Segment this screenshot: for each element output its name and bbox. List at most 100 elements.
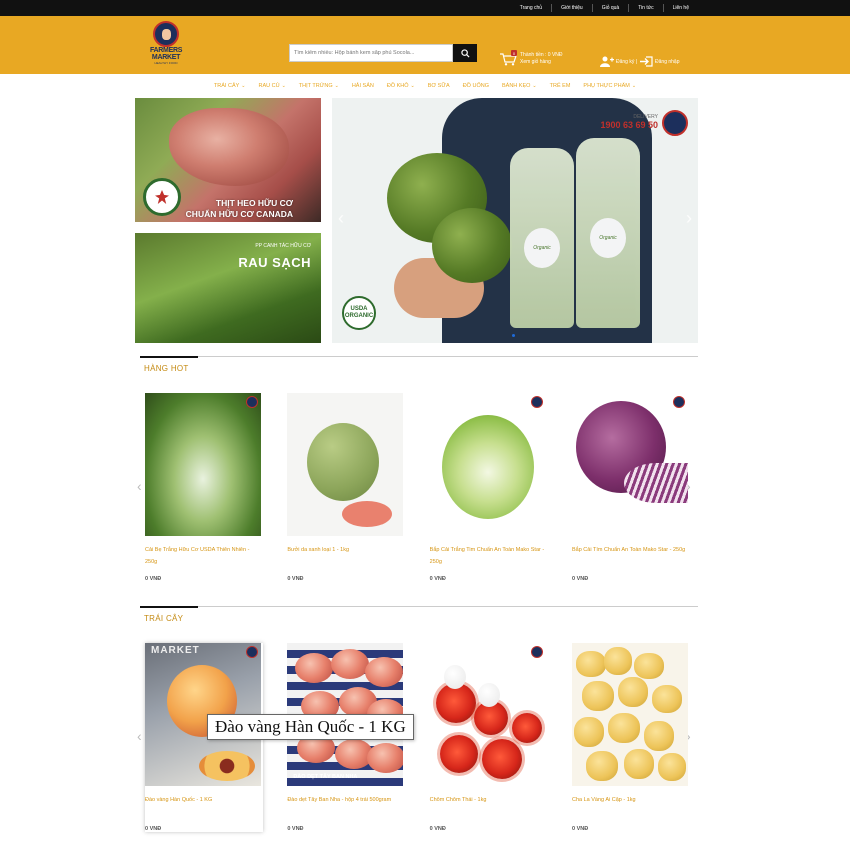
white-cabbage-image[interactable] xyxy=(429,393,546,536)
organic-text: ORGANIC xyxy=(344,313,374,319)
product-name[interactable]: Cha La Vàng Ai Cập - 1kg xyxy=(572,794,690,820)
topbar-link-home[interactable]: Trang chủ xyxy=(511,4,551,12)
product-name[interactable]: Cải Bẹ Trắng Hữu Cơ USDA Thiên Nhiên - 2… xyxy=(145,544,263,570)
delivery-phone: 1900 63 69 50 xyxy=(600,120,658,130)
nav-item-label: THỊT TRỨNG xyxy=(298,82,333,89)
cart-icon: 0 xyxy=(499,50,517,66)
product-card[interactable]: Chôm Chôm Thái - 1kg 0 VNĐ xyxy=(429,643,548,832)
slider-prev-arrow-icon[interactable]: ‹ xyxy=(338,208,344,229)
chevron-down-icon: ⌄ xyxy=(410,82,415,89)
farmer-logo-icon xyxy=(246,396,258,408)
nav-item-label: BƠ SỮA xyxy=(427,82,450,89)
nav-item-9[interactable]: PHỤ THỰC PHẨM ⌄ xyxy=(577,83,642,89)
promo-clean-vegetables[interactable]: PP CANH TÁC HỮU CƠ RAU SẠCH xyxy=(135,233,321,343)
mini-cart[interactable]: 0 Thành tiền : 0 VNĐ Xem giỏ hàng xyxy=(499,50,563,66)
topbar-link-giftbox[interactable]: Giỏ quà xyxy=(591,4,629,12)
nav-item-7[interactable]: BÁNH KẸO ⌄ xyxy=(496,83,543,89)
product-name[interactable]: Đào vàng Hàn Quốc - 1 KG xyxy=(145,794,263,820)
promo1-caption: THỊT HEO HỮU CƠ CHUẨN HỮU CƠ CANADA xyxy=(186,198,293,220)
add-user-icon xyxy=(600,56,614,67)
farmer-logo-icon xyxy=(662,110,688,136)
usda-text: USDA xyxy=(350,306,368,312)
image-watermark-text: MARKET xyxy=(151,645,200,656)
product-card[interactable]: Bắp Cải Tím Chuẩn An Toàn Mako Star - 25… xyxy=(571,393,690,582)
farmer-logo-icon xyxy=(672,396,685,408)
product-grid-hot: Cải Bẹ Trắng Hữu Cơ USDA Thiên Nhiên - 2… xyxy=(145,393,690,582)
slider-next-arrow-icon[interactable]: › xyxy=(686,208,692,229)
nav-item-6[interactable]: ĐỒ UỐNG xyxy=(457,83,495,89)
logo-text-2: MARKET xyxy=(151,54,181,61)
slider-dot[interactable] xyxy=(512,334,515,337)
login-link[interactable]: Đăng nhập xyxy=(655,59,679,65)
promo-organic-pork[interactable]: THỊT HEO HỮU CƠ CHUẨN HỮU CƠ CANADA xyxy=(135,98,321,222)
section-fruit-title[interactable]: TRÁI CÂY xyxy=(140,606,198,623)
view-cart-link[interactable]: Xem giỏ hàng xyxy=(520,59,563,66)
bok-choy-image[interactable] xyxy=(145,393,261,536)
section-hot-header: HÀNG HOT xyxy=(140,356,698,373)
product-name[interactable]: Đào dẹt Tây Ban Nha - hộp 4 trái 500gram xyxy=(287,794,405,820)
search-bar xyxy=(289,44,477,62)
search-input[interactable] xyxy=(289,44,453,62)
hero-slider[interactable]: Organic Organic DELIVERY 1900 63 69 50 U… xyxy=(332,98,698,343)
red-cabbage-image[interactable] xyxy=(571,393,688,536)
nav-item-label: HẢI SẢN xyxy=(351,82,374,89)
image-caption-text: ĐÀO DẸT TÂY BAN NHA xyxy=(293,774,358,780)
nav-item-5[interactable]: BƠ SỮA xyxy=(422,83,456,89)
cart-count-badge: 0 xyxy=(511,50,517,56)
product-card[interactable]: Bắp Cải Trắng Tim Chuẩn An Toàn Mako Sta… xyxy=(429,393,548,582)
nav-item-label: ĐỒ KHÔ xyxy=(386,82,409,89)
product-card[interactable]: Cải Bẹ Trắng Hữu Cơ USDA Thiên Nhiên - 2… xyxy=(145,393,263,582)
main-nav: TRÁI CÂY ⌄ RAU CỦ ⌄ THỊT TRỨNG ⌄ HẢI SẢN ĐỒ KHÔ… xyxy=(0,74,850,97)
chevron-down-icon: ⌄ xyxy=(241,82,246,89)
farmer-logo-icon xyxy=(246,646,258,658)
slider-dots xyxy=(512,334,515,337)
nav-item-0[interactable]: TRÁI CÂY ⌄ xyxy=(208,83,252,89)
site-logo[interactable]: FARMERS MARKET HEALTHY FOOD xyxy=(148,21,184,71)
nav-item-4[interactable]: ĐỒ KHÔ ⌄ xyxy=(381,83,421,89)
logo-text-1: FARMERS xyxy=(149,47,183,54)
topbar-link-contact[interactable]: Liên hệ xyxy=(662,4,698,12)
topbar-link-about[interactable]: Giới thiệu xyxy=(551,4,592,12)
search-button[interactable] xyxy=(453,44,477,62)
topbar-link-news[interactable]: Tin tức xyxy=(628,4,662,12)
product-card[interactable]: Bưởi da xanh loại 1 - 1kg 0 VNĐ xyxy=(287,393,405,582)
nav-item-8[interactable]: TRẺ EM xyxy=(544,83,577,89)
promo2-subtitle: PP CANH TÁC HỮU CƠ xyxy=(255,243,311,249)
carousel-prev-icon[interactable]: ‹ xyxy=(137,728,142,744)
nav-item-2[interactable]: THỊT TRỨNG ⌄ xyxy=(293,83,345,89)
product-price: 0 VNĐ xyxy=(429,576,446,582)
organic-pack-2: Organic xyxy=(576,138,640,328)
organic-pack-1: Organic xyxy=(510,148,574,328)
product-price: 0 VNĐ xyxy=(287,826,304,832)
product-price: 0 VNĐ xyxy=(571,826,589,832)
product-card[interactable]: Cha La Vàng Ai Cập - 1kg 0 VNĐ xyxy=(571,643,690,832)
nav-item-3[interactable]: HẢI SẢN xyxy=(346,83,380,89)
product-name[interactable]: Chôm Chôm Thái - 1kg xyxy=(430,794,548,820)
egg-fruit-image[interactable] xyxy=(571,643,688,786)
pork-image xyxy=(169,108,289,186)
product-name[interactable]: Bắp Cải Trắng Tim Chuẩn An Toàn Mako Sta… xyxy=(430,544,548,570)
nav-item-1[interactable]: RAU CỦ ⌄ xyxy=(253,83,292,89)
rambutan-image[interactable] xyxy=(429,643,546,786)
nav-item-label: RAU CỦ xyxy=(258,82,280,89)
nav-item-label: TRẺ EM xyxy=(549,82,571,89)
search-icon xyxy=(460,48,470,58)
section-fruit-header: TRÁI CÂY xyxy=(140,606,698,623)
promo1-line1: THỊT HEO HỮU CƠ xyxy=(215,198,293,208)
usda-organic-seal-icon: USDA ORGANIC xyxy=(342,296,376,330)
section-hot-title[interactable]: HÀNG HOT xyxy=(140,356,198,373)
product-price: 0 VNĐ xyxy=(287,576,304,582)
organic-canada-seal-icon xyxy=(143,178,181,216)
chevron-down-icon: ⌄ xyxy=(281,82,286,89)
delivery-hotline: DELIVERY 1900 63 69 50 xyxy=(600,114,658,130)
product-price: 0 VNĐ xyxy=(145,576,162,582)
register-link[interactable]: Đăng ký | xyxy=(616,59,637,65)
product-name[interactable]: Bắp Cải Tím Chuẩn An Toàn Mako Star - 25… xyxy=(572,544,690,570)
nav-item-label: TRÁI CÂY xyxy=(213,82,240,89)
site-header: FARMERS MARKET HEALTHY FOOD 0 Thành tiền… xyxy=(0,16,850,74)
carousel-prev-icon[interactable]: ‹ xyxy=(137,478,142,494)
product-name[interactable]: Bưởi da xanh loại 1 - 1kg xyxy=(287,544,405,570)
logo-text-3: HEALTHY FOOD xyxy=(154,61,178,65)
chevron-down-icon: ⌄ xyxy=(631,82,637,89)
pomelo-image[interactable] xyxy=(287,393,404,536)
